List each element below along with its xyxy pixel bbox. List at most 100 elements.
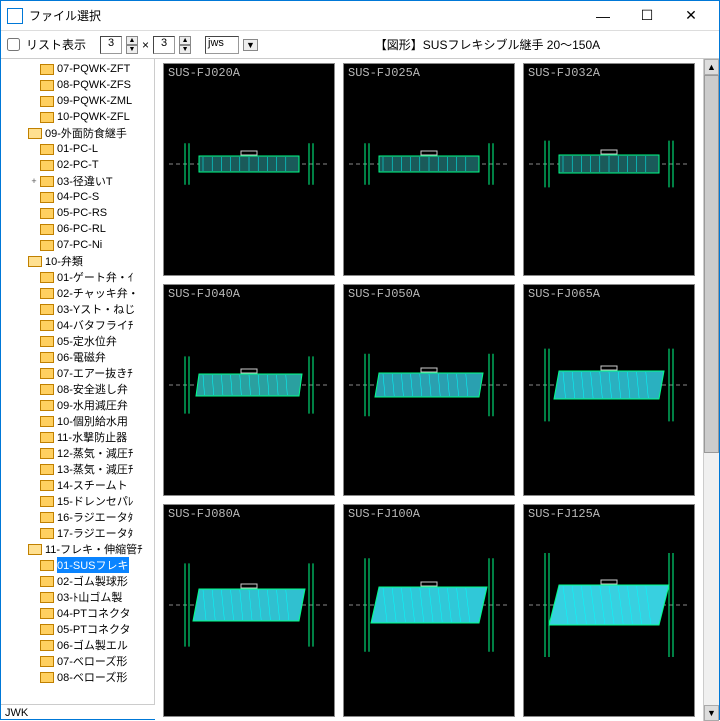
window-titlebar: ファイル選択 — ☐ ✕: [1, 1, 719, 31]
tree-label: 06-電磁弁: [57, 349, 106, 365]
tree-node[interactable]: 02-チャッキ弁・: [1, 285, 154, 301]
folder-icon: [40, 224, 54, 235]
tree-node[interactable]: 09-水用減圧弁: [1, 397, 154, 413]
cols-spinner[interactable]: ▲▼: [126, 36, 138, 54]
tree-node[interactable]: 15-ドレンセパﾚ: [1, 493, 154, 509]
tree-node[interactable]: 08-ベローズ形: [1, 669, 154, 685]
tree-node[interactable]: 08-安全逃し弁: [1, 381, 154, 397]
close-button[interactable]: ✕: [669, 2, 713, 30]
cols-input[interactable]: 3: [100, 36, 122, 54]
folder-icon: [40, 320, 54, 331]
tree-node[interactable]: 14-スチームト: [1, 477, 154, 493]
tree-node[interactable]: 09-外面防食継手: [1, 125, 154, 141]
tree-label: 01-ゲート弁・ｲ: [57, 269, 133, 285]
vertical-scrollbar[interactable]: ▲ ▼: [703, 59, 719, 721]
folder-icon: [28, 256, 42, 267]
tree-node[interactable]: 02-ゴム製球形: [1, 573, 154, 589]
tree-node[interactable]: 10-PQWK-ZFL: [1, 109, 154, 125]
tree-label: 05-PC-RS: [57, 207, 107, 219]
tree-node[interactable]: 01-PC-L: [1, 141, 154, 157]
thumbnail-label: SUS-FJ065A: [524, 285, 694, 303]
thumbnail-label: SUS-FJ125A: [524, 505, 694, 523]
tree-node[interactable]: 08-PQWK-ZFS: [1, 77, 154, 93]
tree-node[interactable]: +03-径違いT: [1, 173, 154, 189]
thumbnail-label: SUS-FJ050A: [344, 285, 514, 303]
tree-node[interactable]: 05-PTコネクタ: [1, 621, 154, 637]
tree-node[interactable]: 03-Yスト・ねじ: [1, 301, 154, 317]
tree-node[interactable]: 06-ゴム製エル: [1, 637, 154, 653]
tree-node[interactable]: 02-PC-T: [1, 157, 154, 173]
rows-spinner[interactable]: ▲▼: [179, 36, 191, 54]
tree-node[interactable]: 12-蒸気・減圧ﾁ: [1, 445, 154, 461]
rows-input[interactable]: 3: [153, 36, 175, 54]
ext-select[interactable]: jws: [205, 36, 239, 54]
list-view-label: リスト表示: [26, 36, 86, 53]
expand-icon[interactable]: +: [29, 176, 39, 186]
thumbnail[interactable]: SUS-FJ100A: [343, 504, 515, 717]
scroll-up-icon[interactable]: ▲: [704, 59, 719, 75]
thumbnail[interactable]: SUS-FJ050A: [343, 284, 515, 497]
tree-node[interactable]: 16-ラジエータﾀ: [1, 509, 154, 525]
folder-icon: [40, 400, 54, 411]
minimize-button[interactable]: —: [581, 2, 625, 30]
folder-icon: [40, 672, 54, 683]
tree-node[interactable]: 01-ゲート弁・ｲ: [1, 269, 154, 285]
thumbnail[interactable]: SUS-FJ125A: [523, 504, 695, 717]
scroll-thumb[interactable]: [704, 75, 719, 453]
folder-icon: [40, 272, 54, 283]
list-view-checkbox[interactable]: [7, 38, 20, 51]
tree-node[interactable]: 11-フレキ・伸縮管ﾁ: [1, 541, 154, 557]
folder-icon: [40, 640, 54, 651]
tree-node[interactable]: 04-PTコネクタ: [1, 605, 154, 621]
thumbnail[interactable]: SUS-FJ065A: [523, 284, 695, 497]
tree-label: 07-PQWK-ZFT: [57, 63, 130, 75]
tree-node[interactable]: 05-PC-RS: [1, 205, 154, 221]
tree-node[interactable]: 05-定水位弁: [1, 333, 154, 349]
thumbnail-label: SUS-FJ040A: [164, 285, 334, 303]
thumbnail[interactable]: SUS-FJ080A: [163, 504, 335, 717]
folder-icon: [40, 336, 54, 347]
folder-icon: [40, 176, 54, 187]
tree-label: 07-PC-Ni: [57, 239, 102, 251]
thumbnail[interactable]: SUS-FJ032A: [523, 63, 695, 276]
folder-icon: [40, 64, 54, 75]
folder-icon: [40, 368, 54, 379]
tree-node[interactable]: 04-PC-S: [1, 189, 154, 205]
ext-dropdown-icon[interactable]: ▼: [243, 39, 258, 51]
thumbnail[interactable]: SUS-FJ020A: [163, 63, 335, 276]
folder-tree[interactable]: 07-PQWK-ZFT 08-PQWK-ZFS 09-PQWK-ZML 10-PQWK…: [1, 59, 155, 704]
folder-icon: [40, 384, 54, 395]
tree-node[interactable]: 09-PQWK-ZML: [1, 93, 154, 109]
tree-node[interactable]: 11-水撃防止器: [1, 429, 154, 445]
folder-icon: [40, 208, 54, 219]
tree-node[interactable]: 10-弁類: [1, 253, 154, 269]
tree-node[interactable]: 10-個別給水用: [1, 413, 154, 429]
tree-node[interactable]: 01-SUSフレキ: [1, 557, 154, 573]
tree-label: 03-ﾄ山ゴム製: [57, 589, 122, 605]
tree-label: 09-PQWK-ZML: [57, 95, 132, 107]
tree-node[interactable]: 13-蒸気・減圧ﾁ: [1, 461, 154, 477]
tree-node[interactable]: 04-バタフライﾁ: [1, 317, 154, 333]
tree-node[interactable]: 07-ベローズ形: [1, 653, 154, 669]
tree-label: 09-外面防食継手: [45, 125, 127, 141]
tree-node[interactable]: 07-PQWK-ZFT: [1, 61, 154, 77]
tree-node[interactable]: 17-ラジエータﾀ: [1, 525, 154, 541]
tree-node[interactable]: 03-ﾄ山ゴム製: [1, 589, 154, 605]
tree-node[interactable]: 07-PC-Ni: [1, 237, 154, 253]
preview-header: 【図形】SUSフレキシブル継手 20～150A: [262, 36, 713, 53]
tree-label: 10-弁類: [45, 253, 83, 269]
times-label: ×: [142, 38, 149, 52]
scroll-down-icon[interactable]: ▼: [704, 705, 719, 721]
maximize-button[interactable]: ☐: [625, 2, 669, 30]
tree-node[interactable]: 07-エアー抜きﾁ: [1, 365, 154, 381]
tree-label: 06-PC-RL: [57, 223, 106, 235]
thumbnail[interactable]: SUS-FJ040A: [163, 284, 335, 497]
thumbnail[interactable]: SUS-FJ025A: [343, 63, 515, 276]
tree-node[interactable]: 06-PC-RL: [1, 221, 154, 237]
tree-label: 02-ゴム製球形: [57, 573, 128, 589]
folder-icon: [40, 80, 54, 91]
folder-icon: [40, 288, 54, 299]
tree-label: 01-SUSフレキ: [57, 557, 129, 573]
folder-icon: [40, 144, 54, 155]
tree-node[interactable]: 06-電磁弁: [1, 349, 154, 365]
